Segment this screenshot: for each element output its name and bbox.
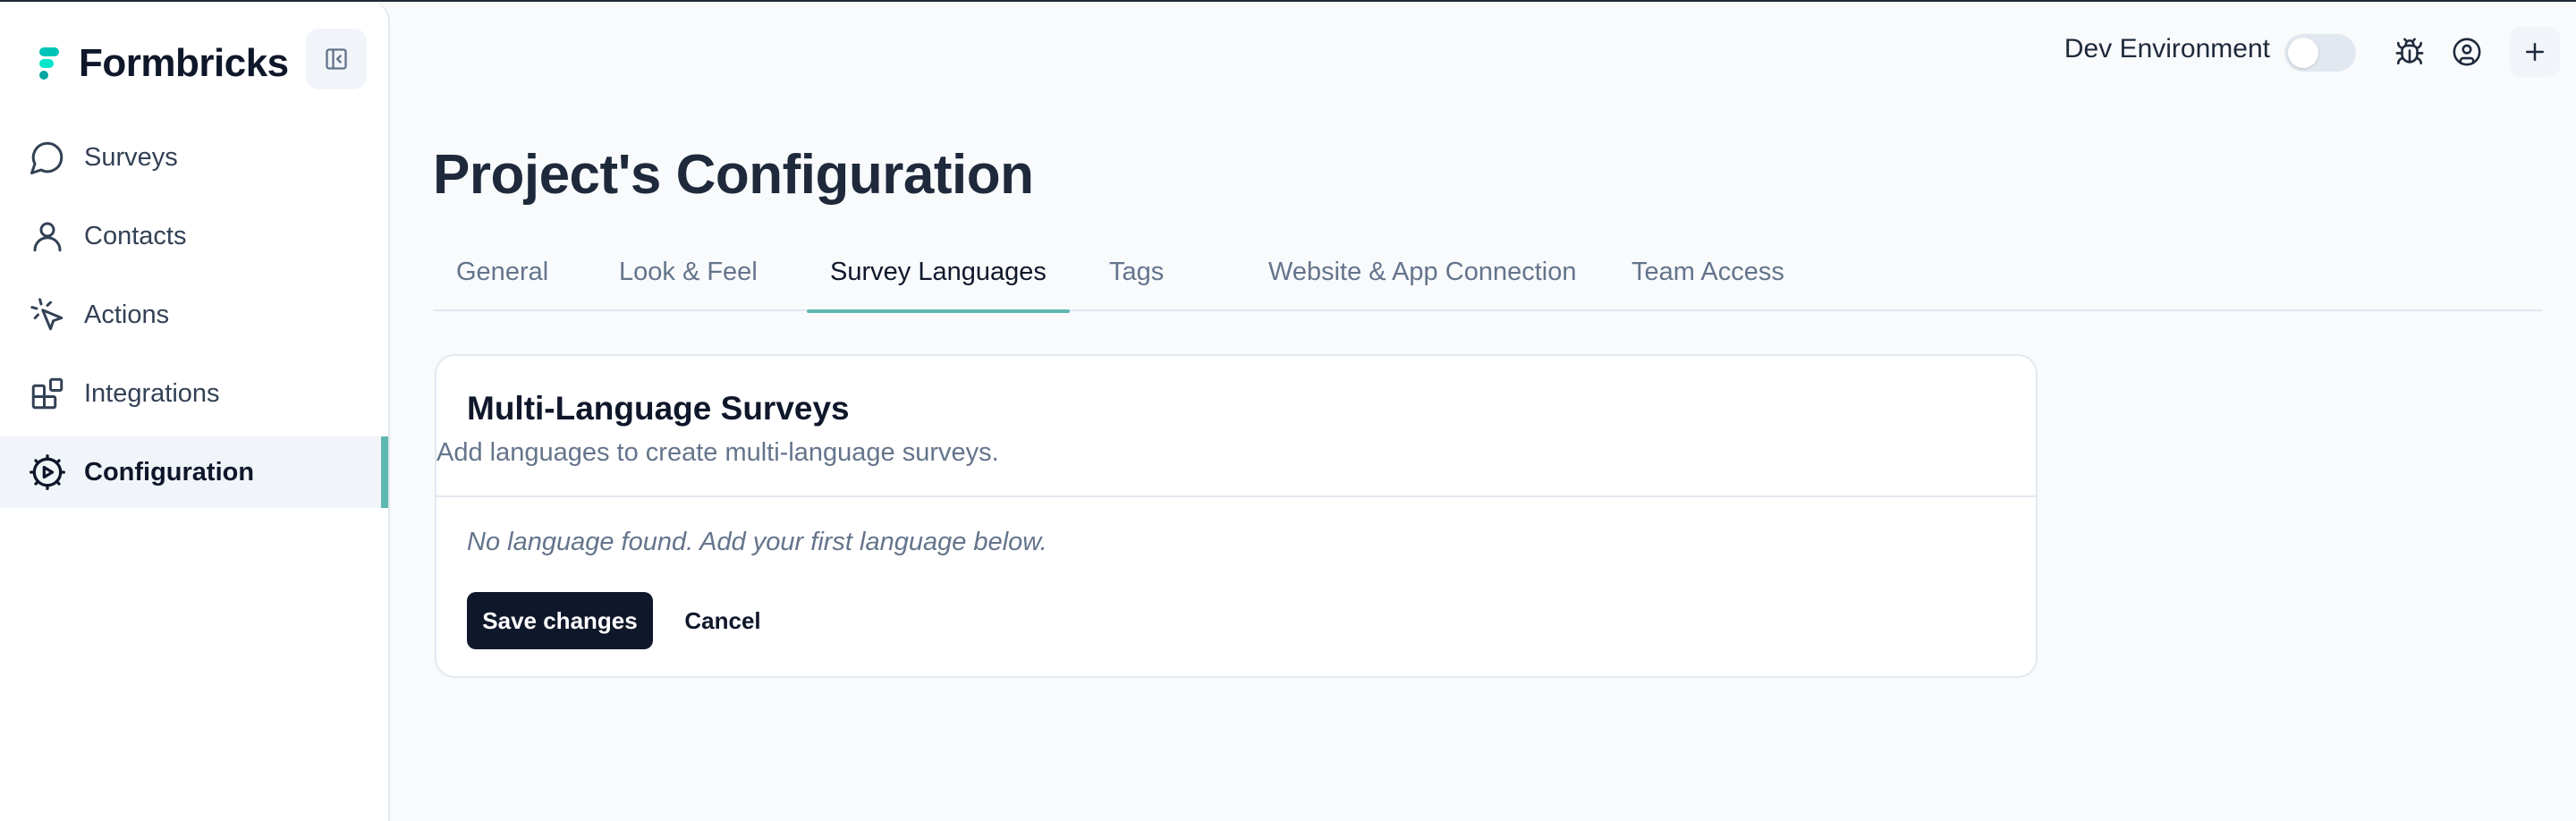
tab-survey-languages[interactable]: Survey Languages [807, 252, 1070, 313]
top-bar: Dev Environment [1860, 0, 2576, 106]
sidebar-item-label: Configuration [84, 457, 255, 487]
tab-website-app-connection[interactable]: Website & App Connection [1245, 252, 1599, 311]
brand[interactable]: Formbricks [36, 41, 289, 86]
cancel-button[interactable]: Cancel [669, 592, 776, 649]
card-divider [436, 495, 2036, 497]
message-circle-icon [27, 137, 68, 178]
sidebar-collapse-icon [326, 48, 347, 70]
tab-look-and-feel[interactable]: Look & Feel [596, 252, 781, 311]
sidebar-item-contacts[interactable]: Contacts [0, 200, 388, 272]
sidebar: Formbricks Surveys Contacts Actions Inte… [0, 2, 390, 821]
dev-environment-toggle[interactable] [2284, 34, 2356, 72]
sidebar-item-actions[interactable]: Actions [0, 279, 388, 351]
tab-general[interactable]: General [433, 252, 572, 311]
plus-icon [2526, 43, 2544, 61]
sidebar-item-label: Surveys [84, 142, 178, 172]
card-description: Add languages to create multi-language s… [436, 438, 999, 467]
blocks-icon [27, 373, 68, 414]
collapse-sidebar-button[interactable] [306, 29, 367, 89]
sidebar-item-label: Integrations [84, 378, 220, 408]
cog-icon [27, 452, 68, 493]
configuration-tabs: General Look & Feel Survey Languages Tag… [433, 252, 2542, 313]
formbricks-logo-icon [39, 47, 59, 80]
user-icon [27, 216, 68, 257]
brand-name: Formbricks [79, 41, 289, 85]
user-menu-button[interactable] [2447, 32, 2487, 72]
bug-icon [2395, 38, 2424, 65]
sidebar-item-surveys[interactable]: Surveys [0, 122, 388, 193]
page-title: Project's Configuration [433, 144, 1034, 206]
sidebar-item-label: Actions [84, 300, 170, 329]
card-title: Multi-Language Surveys [467, 390, 850, 427]
user-circle-icon [2453, 38, 2481, 66]
empty-state-message: No language found. Add your first langua… [467, 528, 1047, 556]
toggle-knob [2288, 38, 2318, 68]
tab-team-access[interactable]: Team Access [1608, 252, 1808, 311]
save-changes-button[interactable]: Save changes [467, 592, 653, 649]
tab-tags[interactable]: Tags [1086, 252, 1187, 311]
sidebar-item-integrations[interactable]: Integrations [0, 358, 388, 429]
dev-environment-label: Dev Environment [2063, 34, 2270, 63]
add-button[interactable] [2510, 27, 2560, 77]
sidebar-nav: Surveys Contacts Actions Integrations Co… [0, 122, 388, 515]
sidebar-item-configuration[interactable]: Configuration [0, 436, 388, 508]
sidebar-item-label: Contacts [84, 221, 187, 250]
bug-report-button[interactable] [2390, 32, 2429, 72]
multi-language-card: Multi-Language Surveys Add languages to … [435, 354, 2038, 678]
cursor-click-icon [27, 294, 68, 335]
